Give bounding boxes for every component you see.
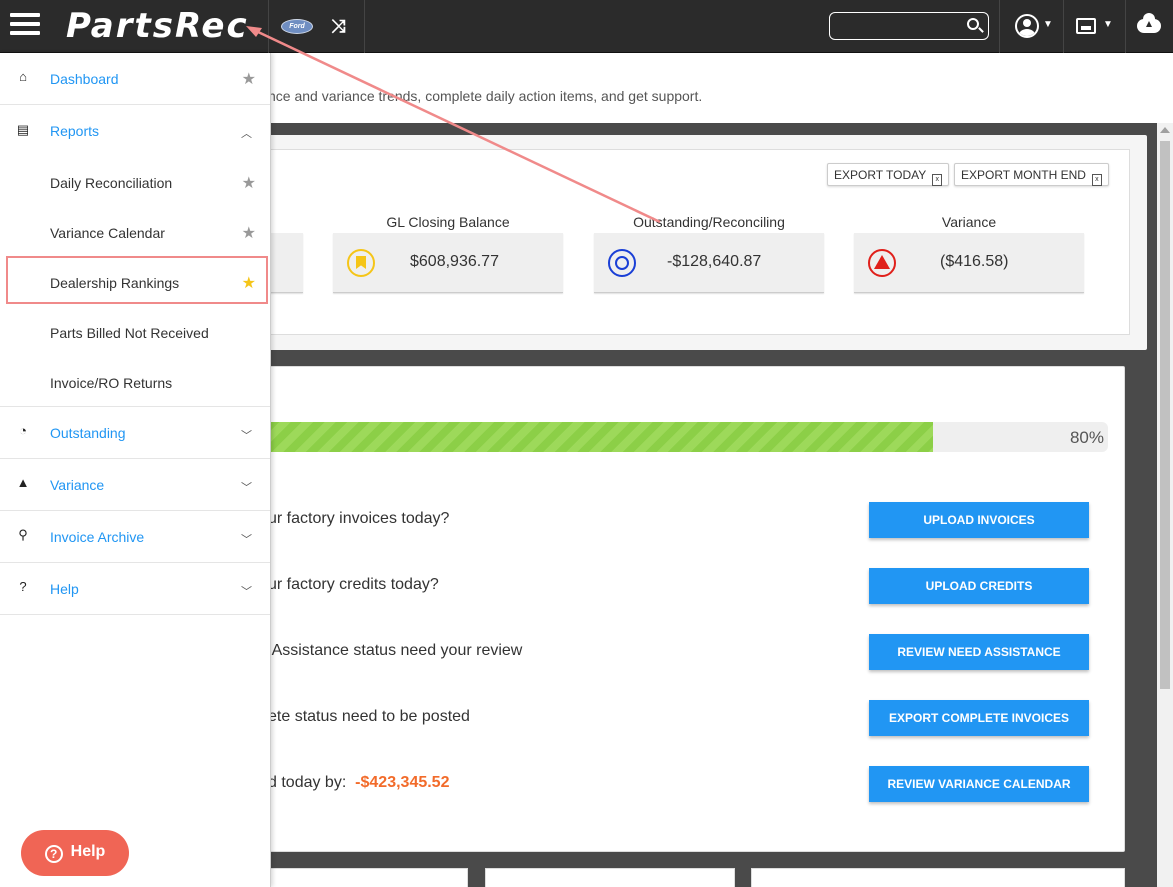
export-complete-invoices-button[interactable]: EXPORT COMPLETE INVOICES bbox=[869, 700, 1089, 736]
home-icon: ⌂ bbox=[19, 69, 27, 84]
progress-label: 80% bbox=[1069, 428, 1104, 447]
question-circle-icon: ? bbox=[19, 579, 27, 594]
sidebar-item-label: Reports bbox=[50, 123, 100, 139]
divider bbox=[1125, 0, 1126, 53]
cloud-upload-icon bbox=[1137, 13, 1161, 33]
dashboard-gauge-icon: ◔ bbox=[19, 423, 27, 438]
chevron-down-icon: ﹀ bbox=[241, 482, 252, 494]
stat-value: $608,936.77 bbox=[410, 253, 499, 270]
sidebar-subitem-label: Daily Reconciliation bbox=[50, 175, 173, 191]
review-variance-calendar-button[interactable]: REVIEW VARIANCE CALENDAR bbox=[869, 766, 1089, 802]
hamburger-menu-icon[interactable] bbox=[10, 13, 40, 39]
page-subtitle: nce and variance trends, complete daily … bbox=[268, 88, 703, 104]
sidebar-item-label: Invoice Archive bbox=[50, 529, 145, 545]
app-logo[interactable]: PartsRec bbox=[66, 6, 249, 46]
sidebar-subitem-invoice-ro-returns[interactable]: Invoice/RO Returns bbox=[0, 357, 270, 407]
shuffle-icon[interactable]: ⤨ bbox=[331, 16, 345, 37]
export-month-end-label: EXPORT MONTH END bbox=[961, 168, 1086, 182]
divider bbox=[1063, 0, 1064, 53]
sidebar-item-outstanding[interactable]: ◔ Outstanding ﹀ bbox=[0, 407, 270, 459]
divider bbox=[364, 0, 365, 53]
sidebar-item-label: Dashboard bbox=[50, 71, 119, 87]
favorite-star-icon[interactable]: ★ bbox=[242, 223, 256, 243]
cloud-upload-button[interactable] bbox=[1135, 13, 1163, 40]
sidebar-subitem-label: Invoice/RO Returns bbox=[50, 375, 173, 391]
favorite-star-icon[interactable]: ★ bbox=[242, 69, 256, 89]
scrollbar-thumb[interactable] bbox=[1160, 141, 1170, 689]
chevron-down-icon: ﹀ bbox=[241, 430, 252, 442]
task-text: ur factory invoices today? bbox=[268, 510, 450, 527]
task-text: d today by: -$423,345.52 bbox=[268, 774, 450, 791]
upload-invoices-button[interactable]: UPLOAD INVOICES bbox=[869, 502, 1089, 538]
chevron-up-icon: ︿ bbox=[241, 128, 252, 140]
excel-icon: x bbox=[932, 174, 943, 186]
favorite-star-icon[interactable]: ★ bbox=[242, 173, 256, 193]
export-today-label: EXPORT TODAY bbox=[834, 168, 927, 182]
annotation-highlight-box bbox=[6, 256, 268, 304]
page-scrollbar[interactable] bbox=[1157, 123, 1173, 887]
bottom-card bbox=[751, 868, 1125, 887]
warning-icon bbox=[868, 249, 896, 277]
bottom-card bbox=[268, 868, 468, 887]
export-month-end-button[interactable]: EXPORT MONTH END x bbox=[954, 163, 1109, 186]
review-need-assistance-button[interactable]: REVIEW NEED ASSISTANCE bbox=[869, 634, 1089, 670]
divider bbox=[999, 0, 1000, 53]
stat-value: -$128,640.87 bbox=[667, 253, 762, 270]
chevron-down-icon: ▼ bbox=[1103, 19, 1113, 30]
chevron-down-icon: ﹀ bbox=[241, 586, 252, 598]
stat-label: Variance bbox=[941, 214, 997, 230]
sidebar-item-label: Help bbox=[50, 581, 79, 597]
search-input[interactable] bbox=[836, 16, 960, 36]
upload-credits-button[interactable]: UPLOAD CREDITS bbox=[869, 568, 1089, 604]
question-circle-icon: ? bbox=[44, 845, 63, 863]
sidebar-subitem-label: Parts Billed Not Received bbox=[50, 325, 209, 341]
user-avatar-icon bbox=[1015, 14, 1039, 38]
progress-fill bbox=[268, 422, 933, 452]
stat-box-variance: ($416.58) bbox=[854, 233, 1084, 293]
sidebar-item-help[interactable]: ? Help ﹀ bbox=[0, 563, 270, 615]
sidebar-subitem-daily-reconciliation[interactable]: Daily Reconciliation ★ bbox=[0, 157, 270, 207]
help-button-label: Help bbox=[70, 843, 106, 860]
stat-box-gl-closing-balance: $608,936.77 bbox=[333, 233, 563, 293]
sidebar-subitem-parts-billed-not-received[interactable]: Parts Billed Not Received bbox=[0, 307, 270, 357]
sidebar-subitem-label: Variance Calendar bbox=[50, 225, 165, 241]
sidebar-item-invoice-archive[interactable]: ⚲ Invoice Archive ﹀ bbox=[0, 511, 270, 563]
sidebar-item-dashboard[interactable]: ⌂ Dashboard ★ bbox=[0, 53, 270, 105]
variance-amount: -$423,345.52 bbox=[355, 774, 450, 791]
top-navbar: PartsRec Ford ⤨ ▼ ▼ bbox=[0, 0, 1173, 53]
chevron-down-icon: ﹀ bbox=[241, 534, 252, 546]
chevron-down-icon: ▼ bbox=[1043, 19, 1053, 30]
bottom-card bbox=[485, 868, 735, 887]
task-text: ete status need to be posted bbox=[268, 708, 470, 725]
inbox-icon bbox=[1076, 18, 1096, 34]
sidebar-item-reports[interactable]: ▤ Reports ︿ bbox=[0, 105, 270, 157]
list-icon: ▤ bbox=[16, 122, 30, 137]
sidebar-subitem-variance-calendar[interactable]: Variance Calendar ★ bbox=[0, 207, 270, 257]
bookmark-icon bbox=[347, 249, 375, 277]
scroll-up-arrow-icon[interactable] bbox=[1160, 127, 1170, 133]
sidebar-item-variance[interactable]: ▲ Variance ﹀ bbox=[0, 459, 270, 511]
stat-label: Outstanding/Reconciling bbox=[633, 214, 785, 230]
user-menu-button[interactable]: ▼ bbox=[1012, 13, 1054, 41]
search-icon[interactable] bbox=[967, 18, 979, 30]
ford-logo-icon[interactable]: Ford bbox=[281, 19, 313, 34]
export-today-button[interactable]: EXPORT TODAY x bbox=[827, 163, 950, 186]
task-text: ur factory credits today? bbox=[268, 576, 439, 593]
task-text: Assistance status need your review bbox=[268, 642, 523, 659]
dashboard-icon bbox=[608, 249, 636, 277]
sidebar-item-label: Outstanding bbox=[50, 425, 126, 441]
search-icon: ⚲ bbox=[18, 527, 28, 542]
warning-icon: ▲ bbox=[16, 475, 30, 490]
inbox-menu-button[interactable]: ▼ bbox=[1076, 14, 1116, 40]
divider bbox=[268, 0, 269, 53]
sidebar-menu: ⌂ Dashboard ★ ▤ Reports ︿ Daily Reconcil… bbox=[0, 53, 271, 887]
completion-progress-bar: 80% bbox=[268, 422, 1108, 452]
sidebar-item-label: Variance bbox=[50, 477, 105, 493]
stat-label: GL Closing Balance bbox=[386, 214, 510, 230]
help-button[interactable]: ? Help bbox=[21, 830, 129, 876]
stat-value: ($416.58) bbox=[940, 253, 1009, 270]
excel-icon: x bbox=[1091, 174, 1102, 186]
stat-box-outstanding: -$128,640.87 bbox=[594, 233, 824, 293]
search-box bbox=[829, 12, 989, 40]
